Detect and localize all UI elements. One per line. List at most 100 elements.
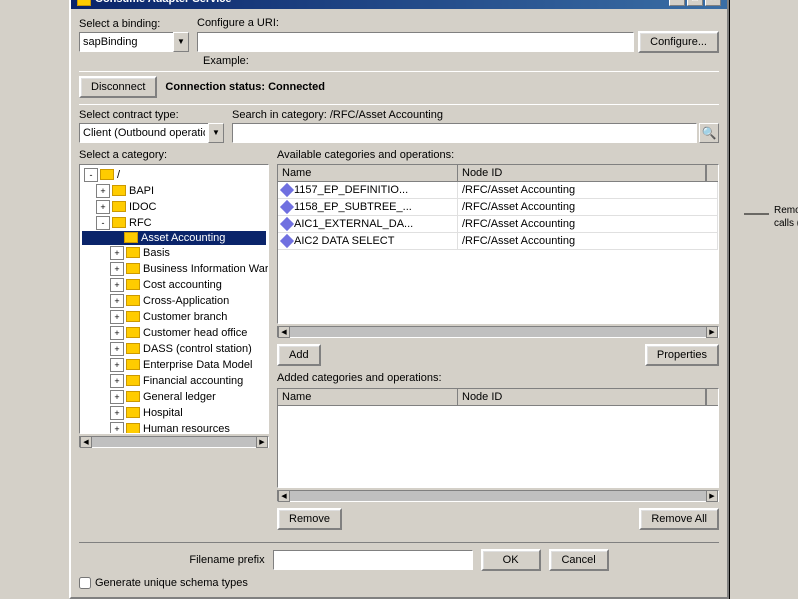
added-table[interactable]: Name Node ID [277, 388, 719, 488]
maximize-button[interactable]: □ [687, 0, 703, 6]
binding-select[interactable]: sapBinding [79, 32, 189, 52]
remove-all-button[interactable]: Remove All [639, 508, 719, 530]
bapi-expand[interactable]: + [96, 184, 110, 198]
category-tree[interactable]: - / + BAPI + [79, 164, 269, 434]
configure-button[interactable]: Configure... [638, 31, 719, 53]
example-label: Example: [203, 55, 249, 67]
basis-folder-icon [126, 247, 140, 258]
financial-expand[interactable]: + [110, 374, 124, 388]
tree-item-human-resources[interactable]: + Human resources [82, 421, 266, 434]
table-row[interactable]: 1158_EP_SUBTREE_... /RFC/Asset Accountin… [278, 199, 718, 216]
added-scroll-left[interactable]: ◀ [278, 490, 290, 502]
tree-item-hospital[interactable]: + Hospital [82, 405, 266, 421]
search-label: Search in category: /RFC/Asset Accountin… [232, 109, 719, 121]
table-row[interactable]: AIC1_EXTERNAL_DA... /RFC/Asset Accountin… [278, 216, 718, 233]
added-scroll-right[interactable]: ▶ [706, 490, 718, 502]
tree-item-root[interactable]: - / [82, 167, 266, 183]
row2-nodeid: /RFC/Asset Accounting [458, 199, 718, 215]
tree-item-asset-accounting[interactable]: Asset Accounting [82, 231, 266, 245]
rfc-diamond-icon [280, 233, 294, 247]
close-button[interactable]: ✕ [705, 0, 721, 6]
hospital-expand[interactable]: + [110, 406, 124, 420]
available-scrollbar-h[interactable]: ◀ ▶ [277, 326, 719, 338]
rfc-folder-icon [112, 217, 126, 228]
tree-item-bapi[interactable]: + BAPI [82, 183, 266, 199]
filename-label: Filename prefix [189, 554, 264, 566]
title-bar-buttons: — □ ✕ [669, 0, 721, 6]
cost-label: Cost accounting [143, 279, 222, 291]
row3-nodeid: /RFC/Asset Accounting [458, 216, 718, 232]
uri-input[interactable]: sap://CLIENT=800;LANG=EN;@a/EBIZIDES620/… [197, 32, 634, 52]
row2-name: 1158_EP_SUBTREE_... [294, 201, 412, 213]
custhead-expand[interactable]: + [110, 326, 124, 340]
search-input[interactable] [232, 123, 697, 143]
custhead-folder-icon [126, 327, 140, 338]
available-col-nodeid: Node ID [458, 165, 706, 181]
tree-item-enterprise[interactable]: + Enterprise Data Model [82, 357, 266, 373]
contract-select[interactable]: Client (Outbound operation: [79, 123, 224, 143]
tree-item-financial[interactable]: + Financial accounting [82, 373, 266, 389]
tree-item-general-ledger[interactable]: + General ledger [82, 389, 266, 405]
hospital-folder-icon [126, 407, 140, 418]
tree-item-idoc[interactable]: + IDOC [82, 199, 266, 215]
row4-nodeid: /RFC/Asset Accounting [458, 233, 718, 249]
avail-scroll-track[interactable] [290, 327, 706, 337]
tree-item-basis[interactable]: + Basis [82, 245, 266, 261]
remove-button[interactable]: Remove [277, 508, 342, 530]
disconnect-button[interactable]: Disconnect [79, 76, 157, 98]
avail-scroll-left[interactable]: ◀ [278, 326, 290, 338]
table-row[interactable]: 1157_EP_DEFINITIO... /RFC/Asset Accounti… [278, 182, 718, 199]
tree-item-customer-head[interactable]: + Customer head office [82, 325, 266, 341]
cost-expand[interactable]: + [110, 278, 124, 292]
added-col-name: Name [278, 389, 458, 405]
available-table[interactable]: Name Node ID 1157_EP_DEFINITIO... /RFC/A… [277, 164, 719, 324]
scroll-track-h[interactable] [92, 437, 256, 447]
custbranch-expand[interactable]: + [110, 310, 124, 324]
generalledger-label: General ledger [143, 391, 216, 403]
root-expand[interactable]: - [84, 168, 98, 182]
rfc-diamond-icon [280, 182, 294, 196]
ok-button[interactable]: OK [481, 549, 541, 571]
cost-folder-icon [126, 279, 140, 290]
scroll-right[interactable]: ▶ [256, 436, 268, 448]
added-scrollbar-h[interactable]: ◀ ▶ [277, 490, 719, 502]
dass-expand[interactable]: + [110, 342, 124, 356]
enterprise-label: Enterprise Data Model [143, 359, 252, 371]
binding-label: Select a binding: [79, 18, 189, 30]
basis-expand[interactable]: + [110, 246, 124, 260]
financial-label: Financial accounting [143, 375, 243, 387]
minimize-button[interactable]: — [669, 0, 685, 6]
tree-item-dass[interactable]: + DASS (control station) [82, 341, 266, 357]
properties-button[interactable]: Properties [645, 344, 719, 366]
tree-item-customer-branch[interactable]: + Customer branch [82, 309, 266, 325]
bizinfo-expand[interactable]: + [110, 262, 124, 276]
root-label: / [117, 169, 120, 181]
filename-input[interactable] [273, 550, 473, 570]
tree-item-biz-info[interactable]: + Business Information Wareh [82, 261, 266, 277]
callout-text: Remote function calls (RFCs) [774, 204, 798, 230]
rfc-diamond-icon [280, 199, 294, 213]
avail-scroll-right[interactable]: ▶ [706, 326, 718, 338]
idoc-expand[interactable]: + [96, 200, 110, 214]
table-row[interactable]: AIC2 DATA SELECT /RFC/Asset Accounting [278, 233, 718, 250]
tree-item-cost-accounting[interactable]: + Cost accounting [82, 277, 266, 293]
scroll-left[interactable]: ◀ [80, 436, 92, 448]
search-icon[interactable]: 🔍 [699, 123, 719, 143]
generalledger-expand[interactable]: + [110, 390, 124, 404]
tree-item-rfc[interactable]: - RFC [82, 215, 266, 231]
financial-folder-icon [126, 375, 140, 386]
root-folder-icon [100, 169, 114, 180]
add-button[interactable]: Add [277, 344, 321, 366]
humanres-expand[interactable]: + [110, 422, 124, 434]
row1-name: 1157_EP_DEFINITIO... [294, 184, 408, 196]
bapi-label: BAPI [129, 185, 154, 197]
tree-scrollbar-h[interactable]: ◀ ▶ [79, 436, 269, 448]
idoc-label: IDOC [129, 201, 157, 213]
cancel-button[interactable]: Cancel [549, 549, 609, 571]
enterprise-expand[interactable]: + [110, 358, 124, 372]
rfc-expand[interactable]: - [96, 216, 110, 230]
crossapp-expand[interactable]: + [110, 294, 124, 308]
generate-schema-checkbox[interactable] [79, 577, 91, 589]
tree-item-cross-app[interactable]: + Cross-Application [82, 293, 266, 309]
added-scroll-track[interactable] [290, 491, 706, 501]
